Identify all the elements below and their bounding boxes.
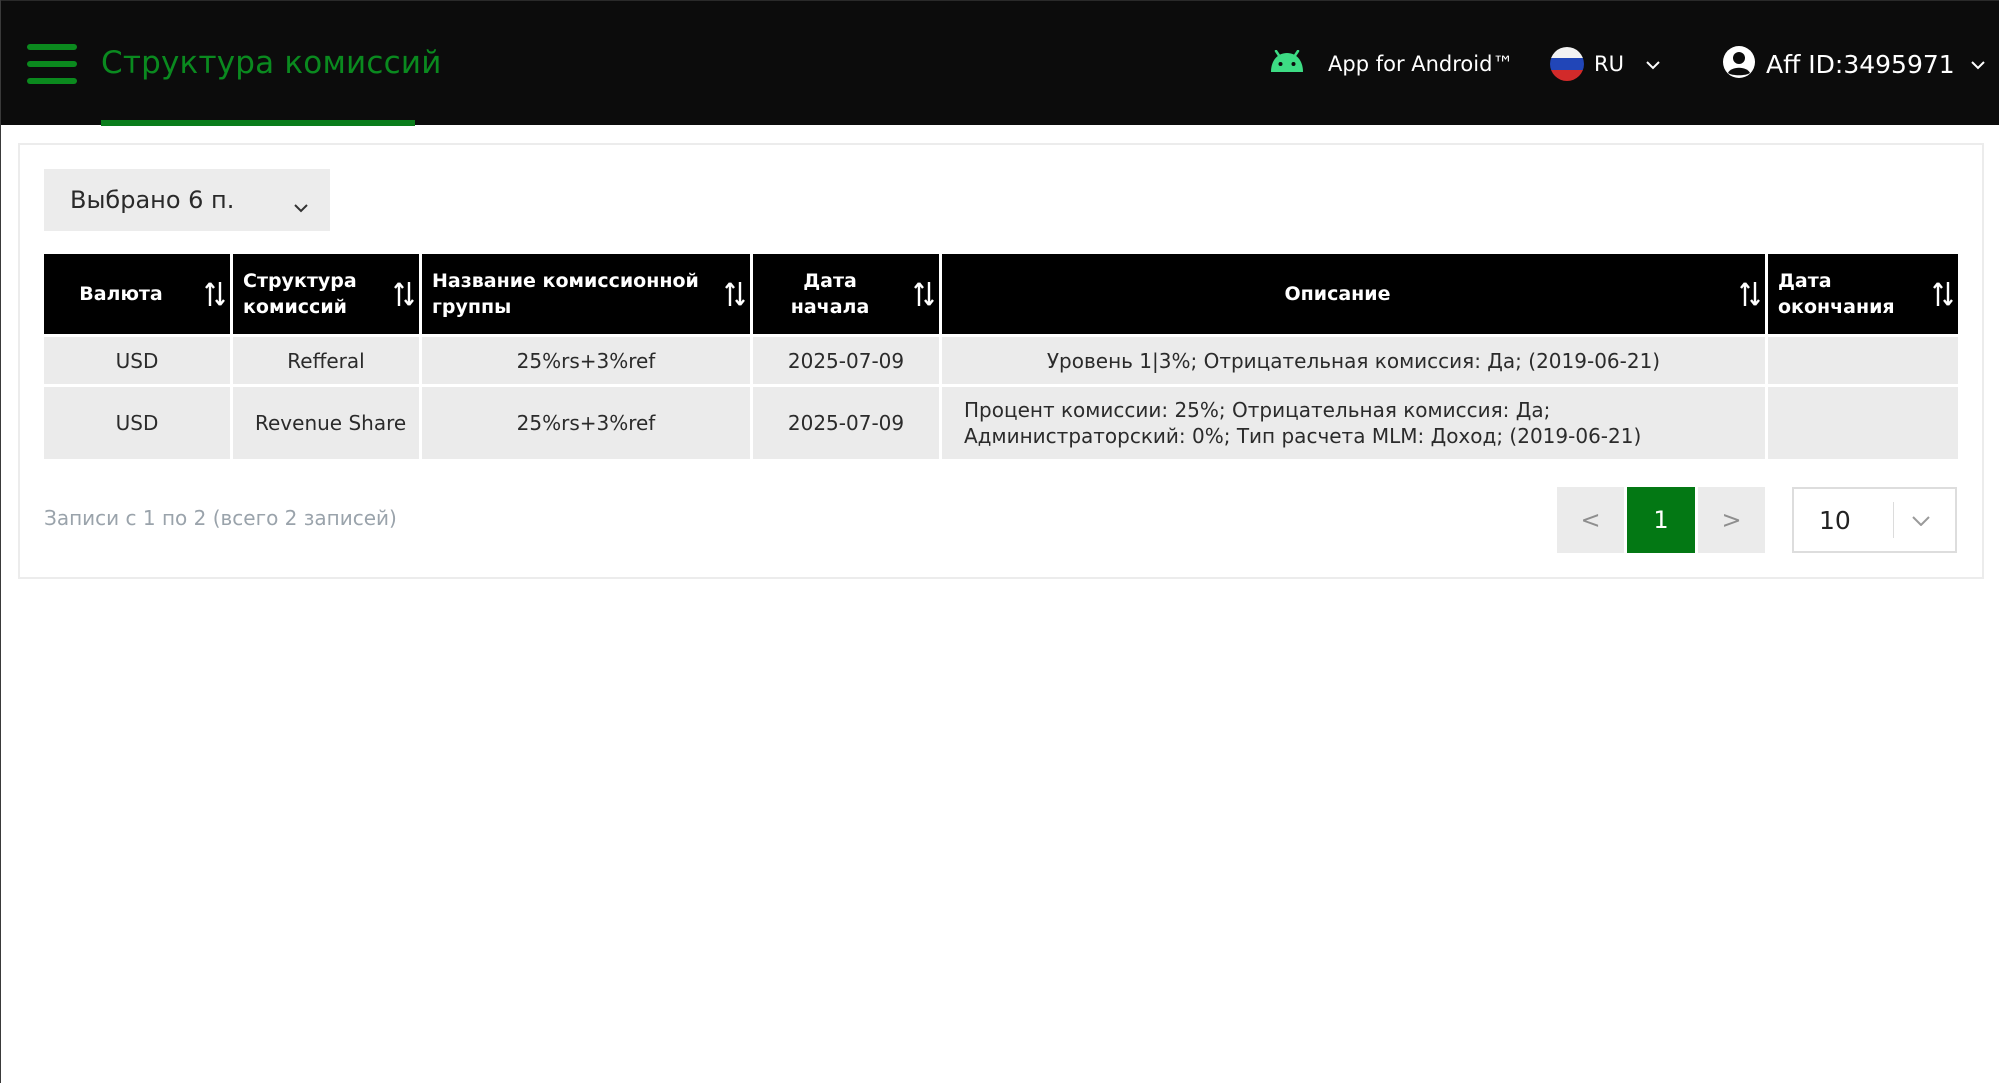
column-header-description[interactable]: Описание [942, 254, 1765, 334]
sort-icon [724, 280, 746, 308]
table-header-row: Валюта Структура комиссий Название комис… [44, 254, 1958, 334]
sort-icon [393, 280, 415, 308]
sort-icon [913, 280, 935, 308]
cell-structure: Refferal [233, 337, 419, 384]
cell-structure: Revenue Share [233, 387, 419, 459]
cell-group-name: 25%rs+3%ref [422, 387, 750, 459]
android-icon [1268, 49, 1306, 78]
records-info: Записи с 1 по 2 (всего 2 записей) [44, 506, 397, 530]
prev-page-button[interactable]: < [1557, 487, 1624, 553]
sort-icon [1932, 280, 1954, 308]
cell-group-name: 25%rs+3%ref [422, 337, 750, 384]
cell-start-date: 2025-07-09 [753, 337, 939, 384]
column-header-end-date[interactable]: Дата окончания [1768, 254, 1958, 334]
cell-currency: USD [44, 337, 230, 384]
menu-icon[interactable] [27, 44, 77, 84]
page-title: Структура комиссий [101, 45, 442, 81]
user-menu[interactable]: Aff ID:3495971 [1722, 43, 1985, 85]
language-selector[interactable]: RU [1550, 43, 1660, 85]
table-row: USD Revenue Share 25%rs+3%ref 2025-07-09… [44, 387, 1958, 459]
table-row: USD Refferal 25%rs+3%ref 2025-07-09 Уров… [44, 337, 1958, 384]
android-app-label: App for Android™ [1328, 51, 1514, 76]
chevron-down-icon [294, 191, 308, 219]
app-frame: Структура комиссий App for Android™ RU A… [0, 0, 1999, 1083]
cell-description: Уровень 1|3%; Отрицательная комиссия: Да… [942, 337, 1765, 384]
column-header-structure[interactable]: Структура комиссий [233, 254, 419, 334]
column-header-currency[interactable]: Валюта [44, 254, 230, 334]
cell-end-date [1768, 337, 1958, 384]
russia-flag-icon [1550, 47, 1584, 81]
active-tab-indicator [101, 120, 415, 126]
chevron-down-icon [1970, 55, 1985, 74]
chevron-down-icon [1646, 55, 1660, 74]
pagination: < 1 > [1557, 487, 1765, 553]
column-header-start-date[interactable]: Дата начала [753, 254, 939, 334]
language-code: RU [1594, 52, 1624, 76]
cell-start-date: 2025-07-09 [753, 387, 939, 459]
select-divider [1893, 502, 1894, 538]
affiliate-id: Aff ID:3495971 [1766, 49, 1955, 79]
cell-currency: USD [44, 387, 230, 459]
cell-end-date [1768, 387, 1958, 459]
page-size-value: 10 [1819, 505, 1851, 535]
commission-table: Валюта Структура комиссий Название комис… [41, 251, 1961, 462]
page-button-current[interactable]: 1 [1627, 487, 1695, 553]
android-app-link[interactable]: App for Android™ [1268, 41, 1513, 86]
next-page-button[interactable]: > [1698, 487, 1765, 553]
sort-icon [1739, 280, 1761, 308]
column-header-group-name[interactable]: Название комиссионной группы [422, 254, 750, 334]
user-circle-icon [1722, 45, 1756, 83]
page-size-select[interactable]: 10 [1792, 487, 1957, 553]
cell-description: Процент комиссии: 25%; Отрицательная ком… [942, 387, 1765, 459]
sort-icon [204, 280, 226, 308]
column-select-dropdown[interactable]: Выбрано 6 п. [44, 169, 330, 231]
top-navbar: Структура комиссий App for Android™ RU A… [1, 0, 1999, 126]
column-select-label: Выбрано 6 п. [70, 186, 235, 214]
chevron-down-icon [1912, 511, 1930, 530]
